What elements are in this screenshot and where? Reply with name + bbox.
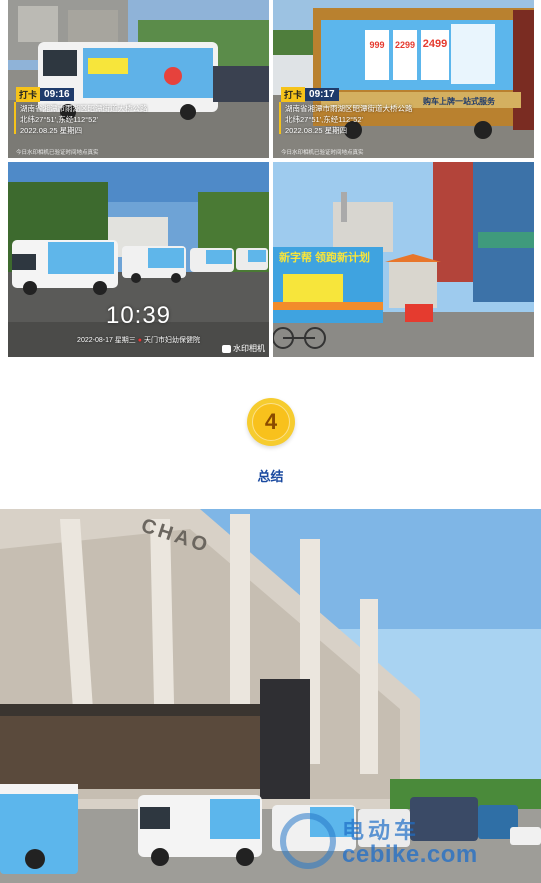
stamp-location: 湖南省湘潭市雨湖区昭潭街道大桥公路 <box>285 104 413 113</box>
site-logo-icon <box>280 813 336 869</box>
location-pin-icon: ● <box>137 337 142 344</box>
stamp-coords: 北纬27°51',东经112°52' <box>285 115 363 124</box>
banner-price-2: 2299 <box>394 40 416 50</box>
photo-van-convoy: 10:39 2022-08-17 星期三 ● 天门市妇幼保健院 水印相机 <box>8 162 269 357</box>
checkin-time: 09:16 <box>40 88 74 101</box>
section-number: 4 <box>252 403 290 441</box>
verify-note: 今日水印相机已验证时间地点真实 <box>16 150 99 156</box>
stamp-bar <box>279 102 281 134</box>
banner-slogan: 购车上牌一站式服务 <box>423 97 495 106</box>
stamp-coords: 北纬27°51',东经112°52' <box>20 115 98 124</box>
camera-icon <box>222 344 231 353</box>
photo-bus-banner-2: 999 2299 2499 购车上牌一站式服务 打卡 09:17 湖南省湘潭市雨… <box>273 0 534 158</box>
section-number-badge: 4 <box>247 398 295 446</box>
banner-price-3: 2499 <box>422 38 448 50</box>
clock-time: 10:39 <box>105 302 172 329</box>
watermark-en: cebike.com <box>342 841 478 868</box>
photo-stadium-vehicles: CHAO 电动车 cebike.com <box>0 509 541 883</box>
clock-date: 2022-08-17 星期三 <box>77 337 136 344</box>
time-tag: 打卡 09:17 <box>281 87 339 102</box>
watermark-app-label: 水印相机 <box>233 344 265 353</box>
watermark-app: 水印相机 <box>222 343 265 354</box>
checkin-label: 打卡 <box>281 87 306 102</box>
stamp-date: 2022.08.25 星期四 <box>285 126 348 135</box>
site-watermark: 电动车 cebike.com <box>280 813 478 869</box>
photo-street-event: 新字帮 领跑新计划 <box>273 162 534 357</box>
stamp-date: 2022.08.25 星期四 <box>20 126 83 135</box>
banner-price-1: 999 <box>369 40 385 50</box>
verify-note: 今日水印相机已验证时间地点真实 <box>281 150 364 156</box>
stamp-location: 湖南省湘潭市雨湖区昭潭街道大桥公路 <box>20 104 148 113</box>
stamp-bar <box>14 102 16 134</box>
photo-bus-street-1: 打卡 09:16 湖南省湘潭市雨湖区昭潭街道大桥公路 北纬27°51',东经11… <box>8 0 269 158</box>
checkin-label: 打卡 <box>16 87 41 102</box>
time-tag: 打卡 09:16 <box>16 87 74 102</box>
section-title: 总结 <box>257 469 284 484</box>
event-banner-text: 新字帮 领跑新计划 <box>279 252 371 264</box>
clock-place: 天门市妇幼保健院 <box>143 337 200 344</box>
checkin-time: 09:17 <box>305 88 339 101</box>
